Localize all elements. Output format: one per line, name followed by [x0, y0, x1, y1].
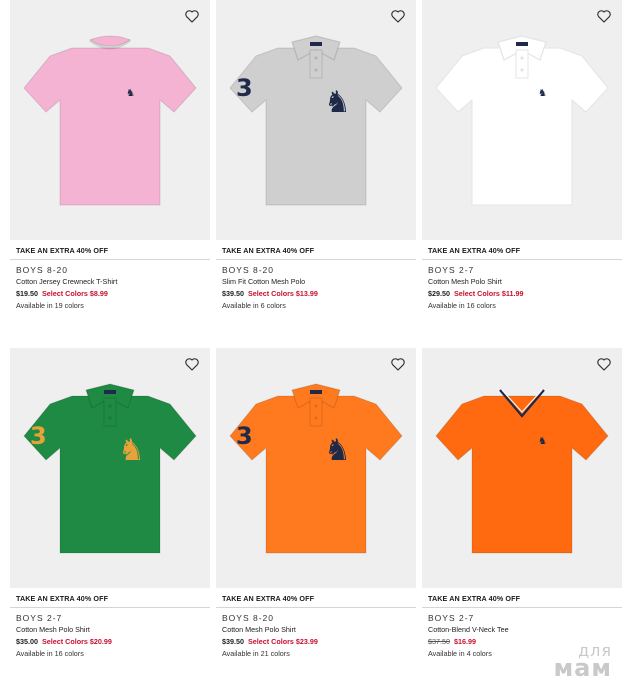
promo-banner: TAKE AN EXTRA 40% OFF [10, 240, 210, 260]
watermark-logo: для мам [553, 642, 612, 683]
age-range: BOYS 2-7 [16, 613, 63, 623]
price-row: $39.50 Select Colors $13.99 [222, 289, 416, 298]
original-price: $39.50 [222, 637, 244, 646]
sale-price: Select Colors $11.99 [453, 289, 524, 298]
original-price: $19.50 [16, 289, 38, 298]
product-image[interactable]: ♞ 3 [216, 0, 416, 240]
heart-outline-icon[interactable] [390, 356, 406, 372]
availability-text: Available in 21 colors [222, 649, 290, 658]
product-card[interactable]: ♞ TAKE AN EXTRA 40% OFF BOYS 2-7 Cotton … [422, 0, 622, 310]
product-name[interactable]: Slim Fit Cotton Mesh Polo [222, 277, 416, 286]
original-price: $35.00 [16, 637, 38, 646]
sale-price: $16.99 [453, 637, 476, 646]
sale-price: Select Colors $13.99 [247, 289, 318, 298]
age-range: BOYS 8-20 [222, 265, 274, 275]
heart-outline-icon[interactable] [596, 8, 612, 24]
age-range: BOYS 8-20 [16, 265, 68, 275]
svg-text:♞: ♞ [324, 433, 351, 468]
original-price: $37.50 [428, 637, 450, 646]
promo-banner: TAKE AN EXTRA 40% OFF [10, 588, 210, 608]
sale-price: Select Colors $8.99 [41, 289, 108, 298]
product-grid: ♞ TAKE AN EXTRA 40% OFF BOYS 8-20 Cotton… [0, 0, 626, 690]
product-image[interactable]: ♞ [422, 0, 622, 240]
product-card[interactable]: ♞ 3 TAKE AN EXTRA 40% OFF BOYS 2-7 Cotton… [10, 348, 210, 658]
promo-banner: TAKE AN EXTRA 40% OFF [422, 588, 622, 608]
product-card[interactable]: ♞ 3 TAKE AN EXTRA 40% OFF BOYS 8-20 Cotto… [216, 348, 416, 658]
product-name[interactable]: Cotton Jersey Crewneck T-Shirt [16, 277, 210, 286]
svg-text:3: 3 [236, 422, 253, 450]
promo-banner: TAKE AN EXTRA 40% OFF [216, 588, 416, 608]
watermark-line2: мам [553, 654, 612, 683]
product-image[interactable]: ♞ 3 [216, 348, 416, 588]
product-image[interactable]: ♞ 3 [10, 348, 210, 588]
price-row: $35.00 Select Colors $20.99 [16, 637, 210, 646]
svg-text:♞: ♞ [118, 433, 145, 468]
product-name[interactable]: Cotton Mesh Polo Shirt [16, 625, 210, 634]
svg-text:3: 3 [236, 74, 253, 102]
promo-banner: TAKE AN EXTRA 40% OFF [422, 240, 622, 260]
age-range: BOYS 8-20 [222, 613, 274, 623]
product-image[interactable]: ♞ [10, 0, 210, 240]
availability-text: Available in 19 colors [16, 301, 84, 310]
availability-text: Available in 16 colors [16, 649, 84, 658]
sale-price: Select Colors $20.99 [41, 637, 112, 646]
product-name[interactable]: Cotton-Blend V-Neck Tee [428, 625, 622, 634]
svg-text:♞: ♞ [126, 88, 135, 99]
heart-outline-icon[interactable] [596, 356, 612, 372]
availability-text: Available in 16 colors [428, 301, 496, 310]
svg-text:♞: ♞ [538, 436, 547, 447]
promo-banner: TAKE AN EXTRA 40% OFF [216, 240, 416, 260]
sale-price: Select Colors $23.99 [247, 637, 318, 646]
product-card[interactable]: ♞ TAKE AN EXTRA 40% OFF BOYS 8-20 Cotton… [10, 0, 210, 310]
original-price: $39.50 [222, 289, 244, 298]
heart-outline-icon[interactable] [390, 8, 406, 24]
price-row: $29.50 Select Colors $11.99 [428, 289, 622, 298]
heart-outline-icon[interactable] [184, 8, 200, 24]
price-row: $39.50 Select Colors $23.99 [222, 637, 416, 646]
price-row: $19.50 Select Colors $8.99 [16, 289, 210, 298]
original-price: $29.50 [428, 289, 450, 298]
age-range: BOYS 2-7 [428, 265, 475, 275]
svg-text:♞: ♞ [538, 88, 547, 99]
product-image[interactable]: ♞ [422, 348, 622, 588]
product-card[interactable]: ♞ 3 TAKE AN EXTRA 40% OFF BOYS 8-20 Slim … [216, 0, 416, 310]
availability-text: Available in 6 colors [222, 301, 286, 310]
product-card[interactable]: ♞ TAKE AN EXTRA 40% OFF BOYS 2-7 Cotton-… [422, 348, 622, 658]
product-name[interactable]: Cotton Mesh Polo Shirt [222, 625, 416, 634]
svg-text:♞: ♞ [324, 85, 351, 120]
heart-outline-icon[interactable] [184, 356, 200, 372]
age-range: BOYS 2-7 [428, 613, 475, 623]
svg-text:3: 3 [30, 422, 47, 450]
product-name[interactable]: Cotton Mesh Polo Shirt [428, 277, 622, 286]
